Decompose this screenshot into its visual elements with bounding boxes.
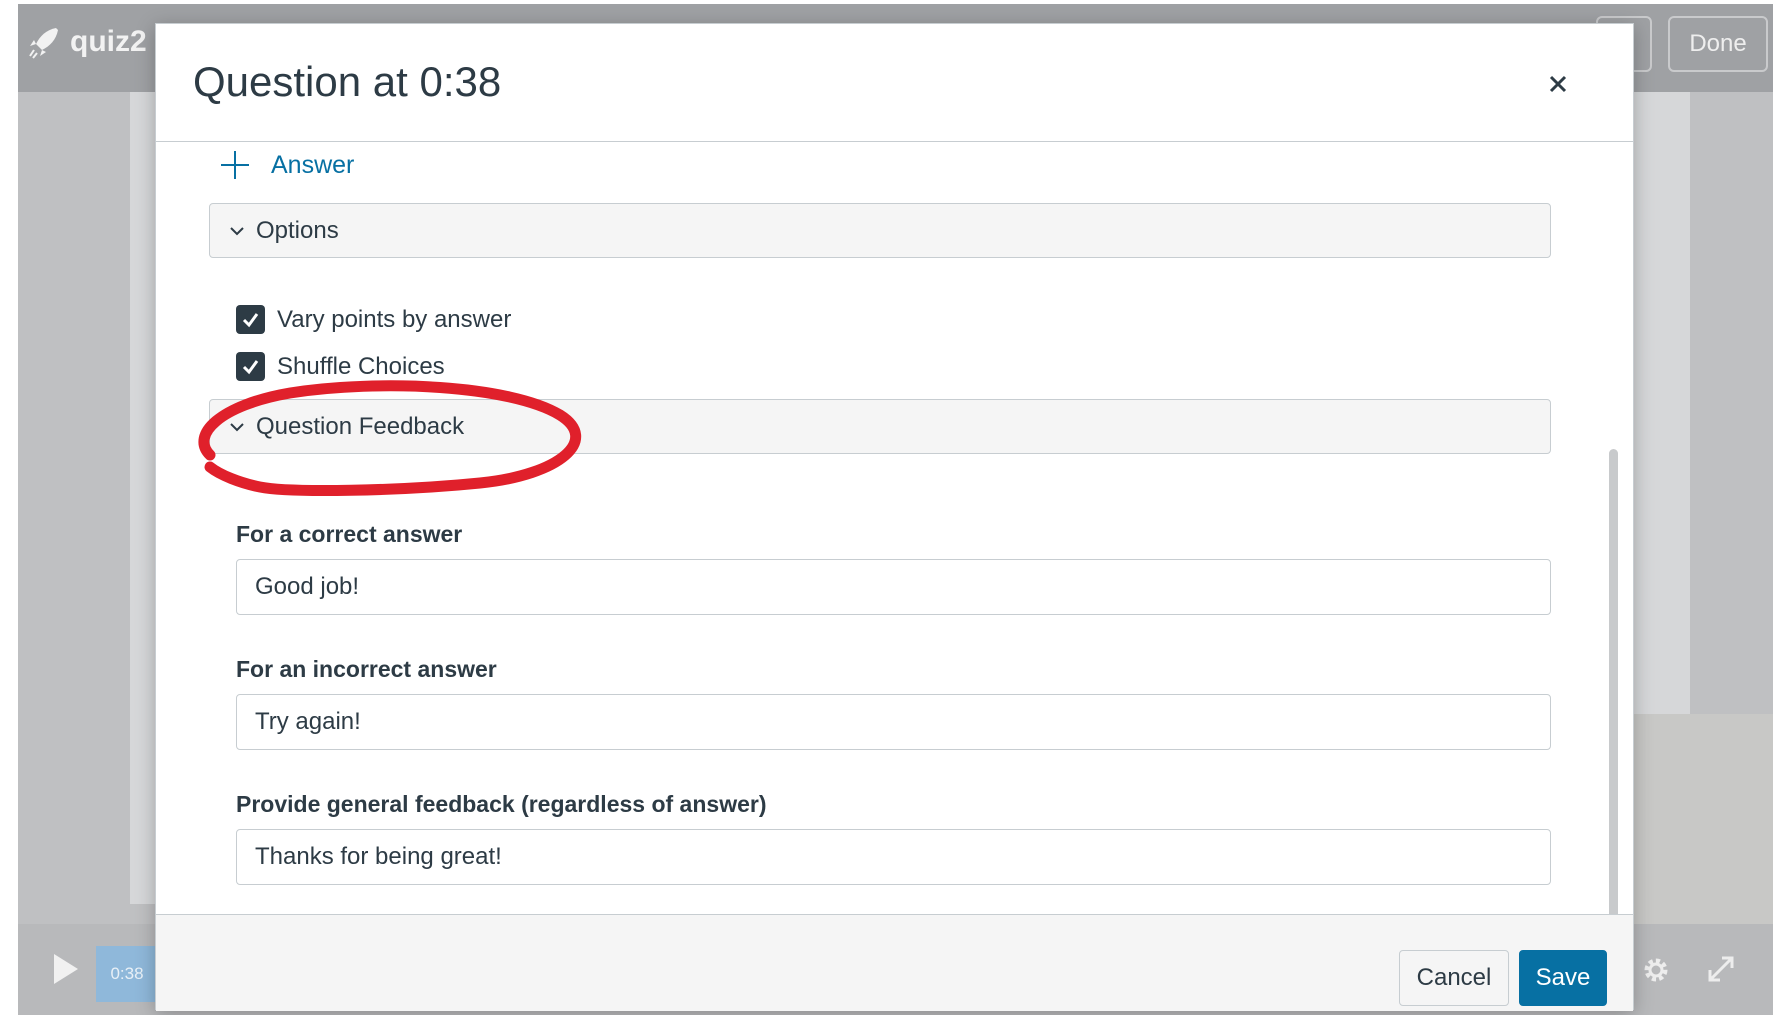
general-feedback-input[interactable] [236, 829, 1551, 885]
incorrect-answer-label: For an incorrect answer [236, 656, 497, 682]
correct-answer-label: For a correct answer [236, 521, 463, 547]
vary-points-label: Vary points by answer [277, 305, 512, 333]
shuffle-choices-label: Shuffle Choices [277, 352, 445, 380]
incorrect-answer-feedback-input[interactable] [236, 694, 1551, 750]
vary-points-checkbox[interactable] [236, 305, 265, 334]
checkmark-icon [242, 360, 259, 375]
done-button[interactable]: Done [1668, 16, 1768, 72]
app-logo: quiz2 [26, 24, 147, 60]
expand-icon[interactable] [1704, 952, 1738, 986]
gear-icon[interactable] [1640, 954, 1672, 986]
chevron-down-icon [230, 422, 244, 431]
close-icon [1549, 75, 1567, 93]
vary-points-option: Vary points by answer [236, 305, 511, 334]
options-section-toggle[interactable]: Options [209, 203, 1551, 258]
playback-time: 0:38 [96, 946, 158, 1002]
shuffle-choices-option: Shuffle Choices [236, 352, 445, 381]
play-icon[interactable] [54, 954, 78, 984]
question-feedback-section-toggle[interactable]: Question Feedback [209, 399, 1551, 454]
cancel-button[interactable]: Cancel [1399, 950, 1509, 1006]
app-name: quiz2 [70, 25, 147, 58]
modal-title: Question at 0:38 [193, 58, 502, 105]
plus-icon [221, 151, 249, 179]
modal-header: Question at 0:38 [156, 24, 1633, 142]
modal-body: Answer Options Vary points by answer Shu [156, 143, 1633, 913]
shuffle-choices-checkbox[interactable] [236, 352, 265, 381]
modal-footer: Cancel Save [156, 914, 1633, 1011]
checkmark-icon [242, 313, 259, 328]
add-answer-label: Answer [271, 150, 355, 179]
correct-answer-feedback-input[interactable] [236, 559, 1551, 615]
add-answer-button[interactable]: Answer [219, 149, 354, 181]
question-modal: Question at 0:38 Answer Options Vary poi… [155, 23, 1634, 1011]
chevron-down-icon [230, 226, 244, 235]
rocket-icon [29, 28, 58, 59]
general-feedback-label: Provide general feedback (regardless of … [236, 791, 767, 817]
save-button[interactable]: Save [1519, 950, 1607, 1006]
question-feedback-header: Question Feedback [256, 412, 465, 440]
options-header: Options [256, 216, 339, 244]
close-button[interactable] [1536, 62, 1580, 106]
modal-scrollbar[interactable] [1609, 449, 1618, 924]
